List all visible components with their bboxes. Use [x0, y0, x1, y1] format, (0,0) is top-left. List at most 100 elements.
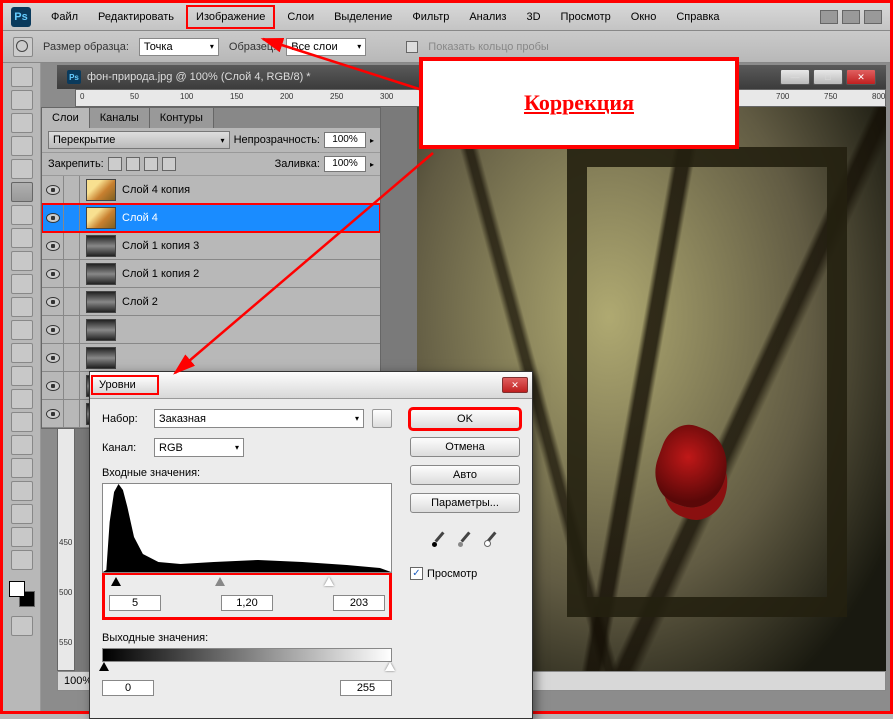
move-tool[interactable]: [11, 67, 33, 87]
midtone-slider[interactable]: [215, 577, 225, 586]
ok-button[interactable]: OK: [410, 409, 520, 429]
visibility-icon[interactable]: [42, 400, 64, 428]
menu-analysis[interactable]: Анализ: [461, 7, 514, 27]
menu-3d[interactable]: 3D: [518, 7, 548, 27]
menu-image[interactable]: Изображение: [186, 5, 275, 29]
workspace-icon[interactable]: [820, 10, 838, 24]
layer-name[interactable]: Слой 1 копия 3: [122, 240, 380, 252]
blur-tool[interactable]: [11, 343, 33, 363]
highlight-input[interactable]: [333, 595, 385, 611]
minimize-button[interactable]: —: [780, 69, 810, 85]
menu-window[interactable]: Окно: [623, 7, 665, 27]
layer-name[interactable]: Слой 4: [122, 212, 380, 224]
layer-row[interactable]: Слой 4: [42, 204, 380, 232]
menu-layer[interactable]: Слои: [279, 7, 322, 27]
camera-tool[interactable]: [11, 504, 33, 524]
black-point-eyedropper[interactable]: [430, 531, 448, 549]
layer-thumb[interactable]: [86, 235, 116, 257]
shadow-slider[interactable]: [111, 577, 121, 586]
preview-checkbox[interactable]: ✓: [410, 567, 423, 580]
path-tool[interactable]: [11, 435, 33, 455]
quickmask-tool[interactable]: [11, 616, 33, 636]
3d-tool[interactable]: [11, 481, 33, 501]
layer-row[interactable]: [42, 344, 380, 372]
preset-menu-icon[interactable]: [372, 409, 392, 428]
crop-tool[interactable]: [11, 159, 33, 179]
pen-tool[interactable]: [11, 389, 33, 409]
lock-pixels-icon[interactable]: [126, 157, 140, 171]
layer-thumb[interactable]: [86, 207, 116, 229]
visibility-icon[interactable]: [42, 372, 64, 400]
lock-transparent-icon[interactable]: [108, 157, 122, 171]
layer-name[interactable]: Слой 2: [122, 296, 380, 308]
menu-help[interactable]: Справка: [668, 7, 727, 27]
current-tool-icon[interactable]: [13, 37, 33, 57]
brush-tool[interactable]: [11, 228, 33, 248]
layer-thumb[interactable]: [86, 319, 116, 341]
fg-color[interactable]: [9, 581, 25, 597]
visibility-icon[interactable]: [42, 344, 64, 372]
cancel-button[interactable]: Отмена: [410, 437, 520, 457]
white-point-eyedropper[interactable]: [482, 531, 500, 549]
opacity-value[interactable]: 100%: [324, 132, 366, 148]
color-swatches[interactable]: [9, 581, 35, 607]
layer-row[interactable]: Слой 4 копия: [42, 176, 380, 204]
menu-filter[interactable]: Фильтр: [404, 7, 457, 27]
layer-name[interactable]: Слой 4 копия: [122, 184, 380, 196]
stamp-tool[interactable]: [11, 251, 33, 271]
menu-select[interactable]: Выделение: [326, 7, 400, 27]
layer-row[interactable]: [42, 316, 380, 344]
arrange-icon[interactable]: [864, 10, 882, 24]
eraser-tool[interactable]: [11, 297, 33, 317]
menu-file[interactable]: Файл: [43, 7, 86, 27]
bridge-icon[interactable]: [842, 10, 860, 24]
opacity-chevron-icon[interactable]: ▸: [370, 136, 374, 145]
gray-point-eyedropper[interactable]: [456, 531, 474, 549]
fill-chevron-icon[interactable]: ▸: [370, 160, 374, 169]
type-tool[interactable]: [11, 412, 33, 432]
visibility-icon[interactable]: [42, 176, 64, 204]
marquee-tool[interactable]: [11, 90, 33, 110]
heal-tool[interactable]: [11, 205, 33, 225]
layer-row[interactable]: Слой 1 копия 3: [42, 232, 380, 260]
layer-thumb[interactable]: [86, 263, 116, 285]
dialog-close-button[interactable]: ✕: [502, 377, 528, 393]
shadow-input[interactable]: [109, 595, 161, 611]
shape-tool[interactable]: [11, 458, 33, 478]
sample-select[interactable]: Все слои: [286, 38, 366, 56]
menu-edit[interactable]: Редактировать: [90, 7, 182, 27]
midtone-input[interactable]: [221, 595, 273, 611]
visibility-icon[interactable]: [42, 232, 64, 260]
layer-thumb[interactable]: [86, 347, 116, 369]
sample-size-select[interactable]: Точка: [139, 38, 219, 56]
layer-row[interactable]: Слой 2: [42, 288, 380, 316]
gradient-tool[interactable]: [11, 320, 33, 340]
tab-paths[interactable]: Контуры: [150, 108, 214, 128]
layer-name[interactable]: Слой 1 копия 2: [122, 268, 380, 280]
visibility-icon[interactable]: [42, 288, 64, 316]
visibility-icon[interactable]: [42, 260, 64, 288]
channel-select[interactable]: RGB: [154, 438, 244, 457]
options-button[interactable]: Параметры...: [410, 493, 520, 513]
lock-all-icon[interactable]: [162, 157, 176, 171]
maximize-button[interactable]: □: [813, 69, 843, 85]
lock-position-icon[interactable]: [144, 157, 158, 171]
dialog-title-bar[interactable]: Уровни ✕: [90, 372, 532, 399]
highlight-slider[interactable]: [324, 577, 334, 586]
visibility-icon[interactable]: [42, 204, 64, 232]
output-black-slider[interactable]: [99, 662, 109, 671]
layer-thumb[interactable]: [86, 291, 116, 313]
close-button[interactable]: ✕: [846, 69, 876, 85]
dodge-tool[interactable]: [11, 366, 33, 386]
menu-view[interactable]: Просмотр: [553, 7, 619, 27]
output-white-input[interactable]: [340, 680, 392, 696]
tab-channels[interactable]: Каналы: [90, 108, 150, 128]
history-brush-tool[interactable]: [11, 274, 33, 294]
visibility-icon[interactable]: [42, 316, 64, 344]
preset-select[interactable]: Заказная: [154, 409, 364, 428]
tab-layers[interactable]: Слои: [42, 108, 90, 128]
auto-button[interactable]: Авто: [410, 465, 520, 485]
ring-checkbox[interactable]: [406, 41, 418, 53]
output-white-slider[interactable]: [385, 662, 395, 671]
wand-tool[interactable]: [11, 136, 33, 156]
